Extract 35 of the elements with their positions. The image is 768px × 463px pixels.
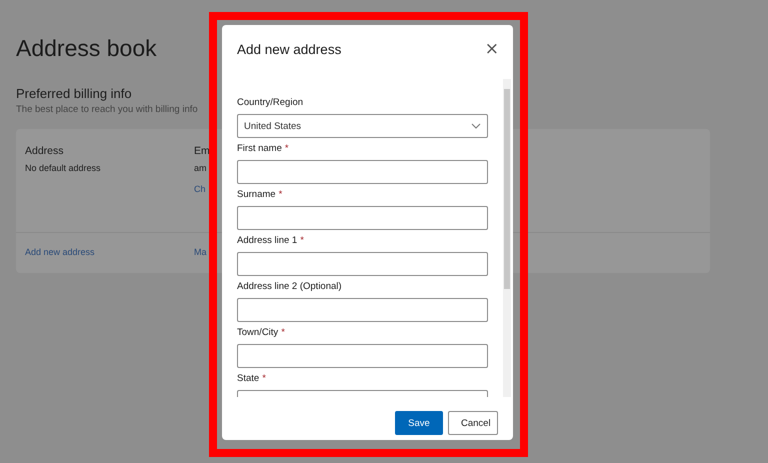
section-subtitle: The best place to reach you with billing info [16,104,199,115]
required-mark: * [278,189,282,201]
column-heading: Em [194,145,210,157]
cancel-button[interactable]: Cancel [448,411,498,435]
input-field[interactable] [237,298,488,322]
scrollbar-thumb[interactable] [504,89,510,289]
info-text: No default address [25,163,101,173]
field-label: Surname [237,189,276,201]
scrollbar[interactable] [503,79,511,397]
section-title: Preferred billing info [16,86,133,102]
link[interactable]: Ma [194,247,207,259]
link[interactable]: Ch [194,184,206,194]
required-mark: * [284,143,289,155]
chevron-down-icon [471,123,481,129]
save-button[interactable]: Save [395,411,443,435]
close-button[interactable]: × [484,40,499,58]
page-title: Address book [16,34,157,62]
input-field[interactable] [237,160,488,184]
field-label: First name [237,143,282,155]
field-label: Town/City [237,327,278,339]
field-label: Country/Region [237,97,304,109]
required-mark: * [300,235,304,247]
required-mark: * [281,327,285,339]
input-field[interactable] [237,252,488,276]
dropdown[interactable]: United States [237,114,488,138]
dialog-title: Add new address [237,42,342,56]
field-label: State [237,373,260,385]
info-text: am [194,163,207,173]
field-label: Address line 2 (Optional) [237,281,342,293]
input-field[interactable] [237,344,488,368]
required-mark: * [262,373,266,385]
field-label: Address line 1 [237,235,298,247]
link[interactable]: Add new address [25,247,95,259]
input-field[interactable] [237,206,488,230]
column-heading: Address [25,145,64,157]
